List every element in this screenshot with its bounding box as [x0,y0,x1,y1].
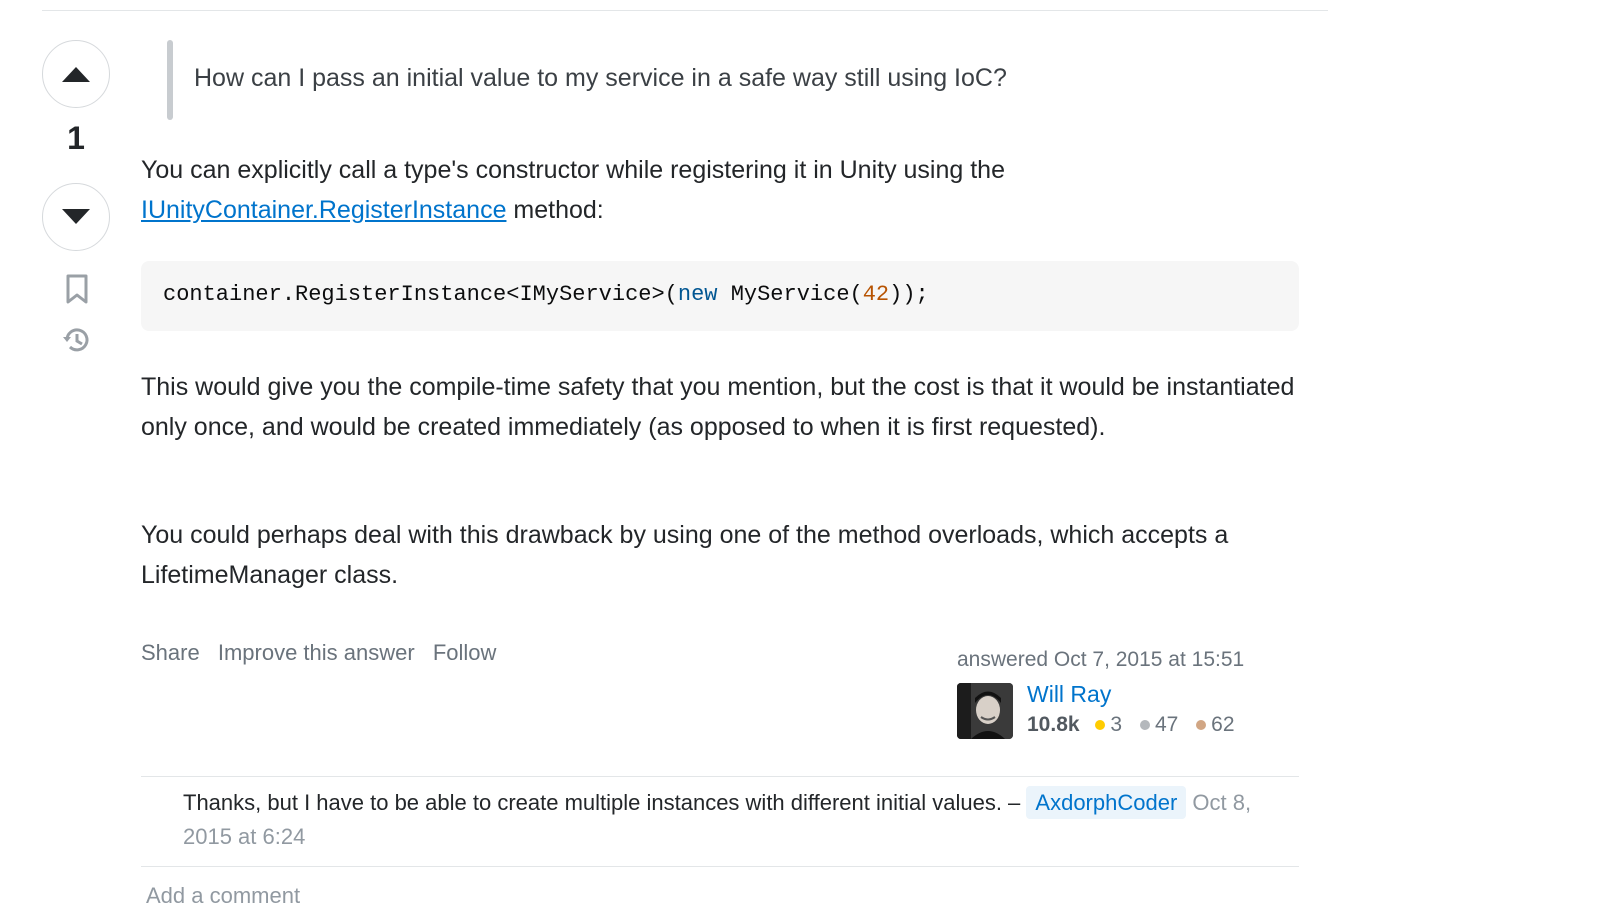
user-card: answered Oct 7, 2015 at 15:51 Will Ray 1… [957,648,1297,739]
code-part: MyService( [717,282,863,307]
upvote-button[interactable] [42,40,110,108]
comment-text: Thanks, but I have to be able to create … [183,790,1027,815]
bronze-badge-icon [1196,720,1207,730]
quote-text: How can I pass an initial value to my se… [194,64,1007,92]
register-instance-link[interactable]: IUnityContainer.RegisterInstance [141,196,506,224]
history-icon [63,328,89,352]
comments-divider-bottom [141,866,1299,867]
reputation-score: 10.8k [1027,713,1080,736]
code-block: container.RegisterInstance<IMyService>(n… [141,261,1299,331]
bronze-badges: 62 [1196,713,1235,736]
downvote-button[interactable] [42,183,110,251]
comment: Thanks, but I have to be able to create … [183,786,1263,854]
vote-count: 1 [67,120,85,156]
share-link[interactable]: Share [141,640,200,665]
silver-badges: 47 [1139,713,1179,736]
gold-count: 3 [1110,713,1123,736]
code-part: )); [889,282,929,307]
comment-author-link[interactable]: AxdorphCoder [1026,786,1187,819]
gold-badges: 3 [1095,713,1122,736]
follow-link[interactable]: Follow [433,640,497,665]
avatar[interactable] [957,683,1013,739]
question-quote: How can I pass an initial value to my se… [167,40,1297,120]
bookmark-icon [66,274,88,304]
user-name-link[interactable]: Will Ray [1027,681,1111,708]
gold-badge-icon [1095,720,1106,730]
bookmark-button[interactable] [65,273,89,305]
arrow-up-icon [62,67,90,82]
silver-count: 47 [1154,713,1179,736]
code-part: container.RegisterInstance<IMyService>( [163,282,678,307]
add-comment-link[interactable]: Add a comment [146,883,300,909]
avatar-image [957,683,1013,739]
code-keyword: new [677,282,718,307]
answered-timestamp[interactable]: answered Oct 7, 2015 at 15:51 [957,648,1297,672]
silver-badge-icon [1139,720,1150,730]
answer-text-1: You can explicitly call a type's constru… [141,156,1005,184]
arrow-down-icon [62,209,90,224]
user-reputation: 10.8k 3 47 62 [1027,713,1247,737]
code-number: 42 [862,282,890,307]
answer-paragraph-2: This would give you the compile-time saf… [141,373,1295,441]
answer-paragraph-3: You could perhaps deal with this drawbac… [141,521,1229,589]
post-menu: Share Improve this answer Follow [141,640,508,666]
top-divider [42,10,1328,11]
bronze-count: 62 [1211,713,1235,736]
quote-bar [167,40,173,120]
answer-text-1-end: method: [506,196,604,224]
comments-divider [141,776,1299,777]
improve-answer-link[interactable]: Improve this answer [218,640,415,665]
timeline-button[interactable] [62,325,92,355]
answer-paragraph-1: You can explicitly call a type's constru… [141,150,1301,230]
